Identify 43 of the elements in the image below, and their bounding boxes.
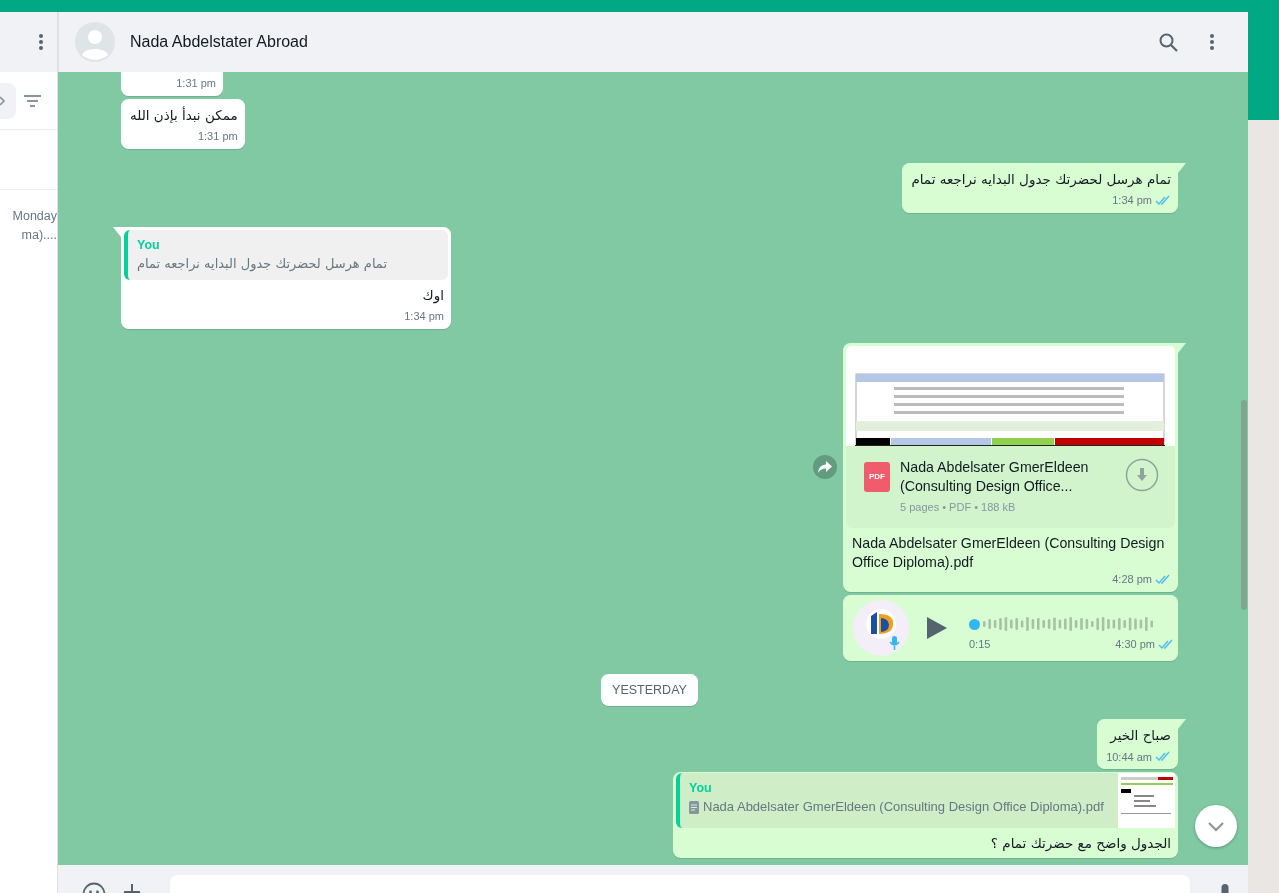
search-field[interactable] — [0, 82, 16, 119]
chevron-down-icon[interactable] — [1207, 820, 1225, 832]
message-time: 1:31 pm — [197, 129, 238, 145]
message-time: 1:34 pm — [1112, 193, 1152, 209]
quote-box[interactable]: You Nada Abdelsater GmerEldeen (Consulting Design Office Diploma).pdf — [676, 773, 1175, 829]
message-text: تمام هرسل لحضرتك جدول البدايه نراجعه تمام — [911, 170, 1171, 189]
message-text: ممكن نبدأ بإذن الله — [130, 106, 238, 125]
microphone-icon[interactable] — [1218, 884, 1232, 893]
document-icon — [689, 800, 699, 814]
search-icon[interactable] — [1159, 32, 1178, 52]
message-time: 4:30 pm — [1115, 637, 1155, 653]
filter-icon[interactable] — [24, 94, 41, 107]
date-label: YESTERDAY — [601, 673, 698, 707]
message-text: الجدول واضح مع حضرتك تمام ؟ — [989, 834, 1171, 854]
audio-duration: 0:15 — [969, 637, 991, 653]
quote-text: تمام هرسل لحضرتك جدول البدايه نراجعه تمام — [137, 255, 387, 274]
scroll-down-button[interactable] — [1195, 805, 1237, 847]
chat-time: Monday — [12, 208, 57, 225]
file-caption: Nada Abdelsater GmerEldeen (Consulting Design Office Diploma).pdf — [851, 533, 1166, 572]
pdf-icon: PDF — [864, 462, 890, 492]
playback-thumb[interactable] — [969, 619, 980, 631]
quote-text: Nada Abdelsater GmerEldeen (Consulting Design Office Diploma).pdf — [703, 798, 1104, 817]
message-time: 4:28 pm — [1112, 571, 1152, 587]
message-text: اوك — [421, 286, 444, 305]
quote-author: You — [689, 780, 713, 798]
plus-icon[interactable] — [124, 884, 140, 893]
scrollbar-thumb[interactable] — [1241, 400, 1247, 610]
quote-author: You — [137, 237, 161, 254]
contact-name: Nada Abdelstater Abroad — [130, 32, 308, 52]
message-preview: ma).... — [21, 227, 57, 244]
document-card[interactable]: PDF Nada Abdelsater GmerEldeen (Consulting Design Office... 5 pages • PDF • 188 kB — [846, 446, 1175, 528]
message-time: 1:34 pm — [404, 309, 444, 325]
message-time: 10:44 am — [1106, 749, 1152, 765]
play-icon[interactable] — [927, 616, 947, 639]
message-time: 1:31 pm — [176, 76, 216, 92]
file-info: 5 pages • PDF • 188 kB — [900, 500, 1017, 515]
menu-icon[interactable] — [39, 34, 43, 50]
forward-icon[interactable] — [813, 455, 837, 480]
menu-icon[interactable] — [1210, 34, 1214, 50]
emoji-icon[interactable] — [82, 882, 106, 893]
message-text: صباح الخير — [1108, 726, 1171, 746]
file-name: Nada Abdelsater GmerEldeen (Consulting Design Office... — [900, 458, 1090, 496]
download-icon[interactable] — [1125, 458, 1159, 492]
